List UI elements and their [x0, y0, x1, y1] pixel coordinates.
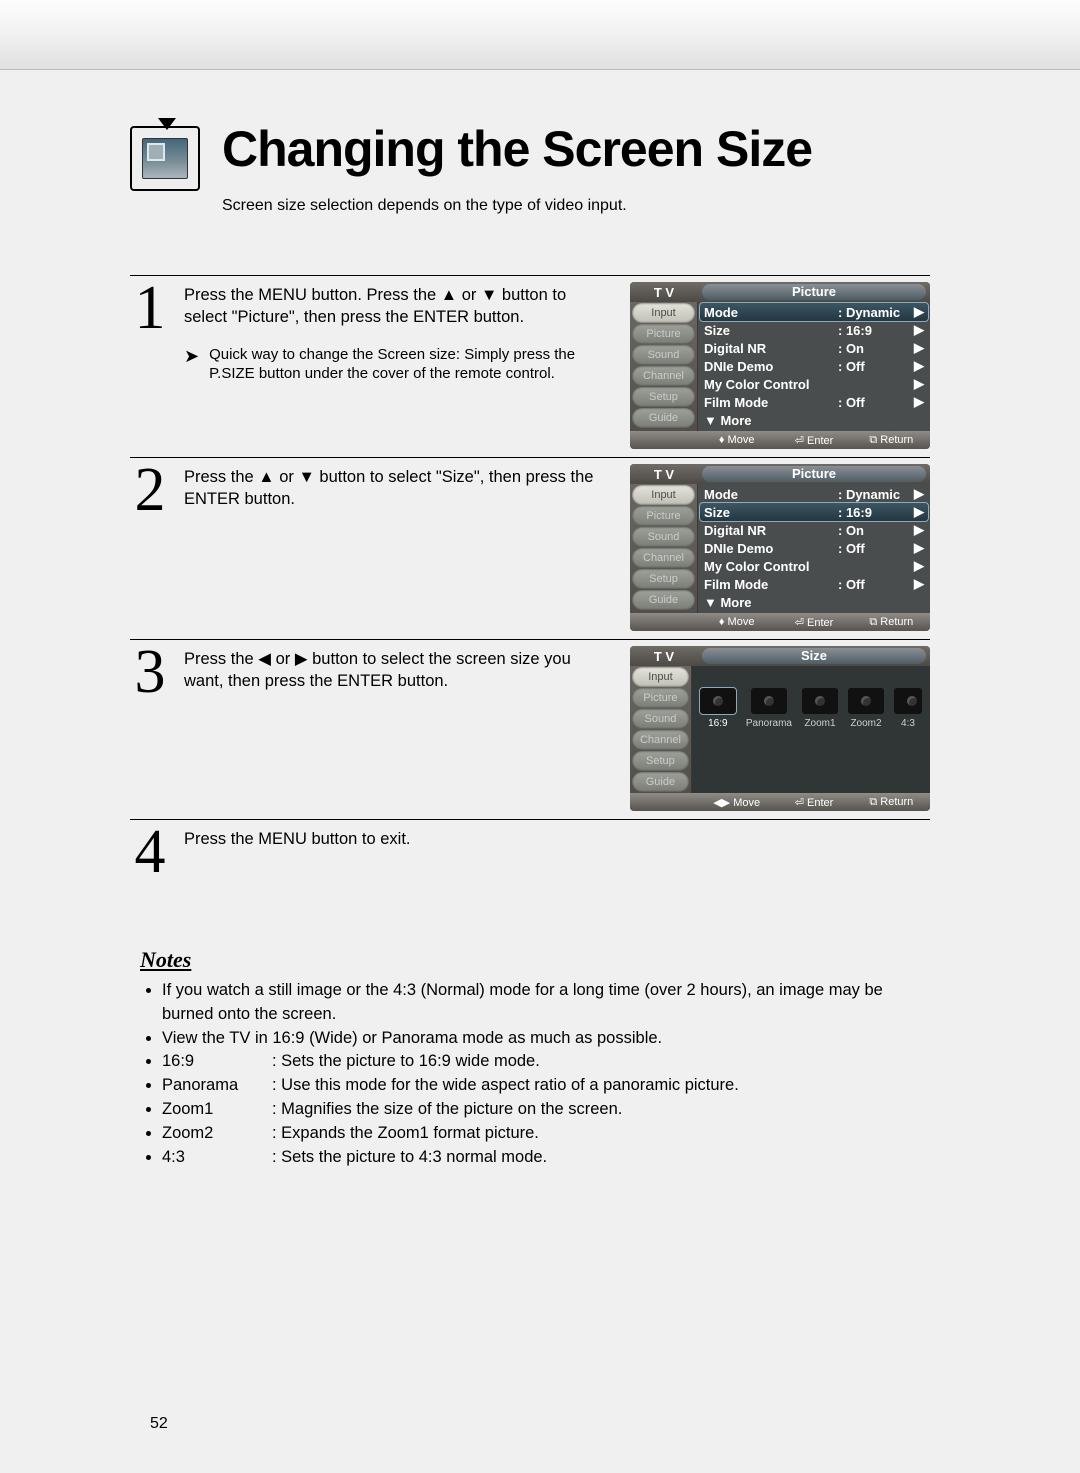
tab-input: Input — [632, 303, 695, 323]
osd-item-mcc: My Color Control▶ — [700, 375, 928, 393]
up-arrow-icon: ▲ — [258, 468, 274, 486]
step-number-2: 2 — [130, 464, 170, 631]
tab-setup: Setup — [632, 387, 695, 407]
osd-item-mode: Mode: Dynamic▶ — [700, 303, 928, 321]
step-1: 1 Press the MENU button. Press the ▲ or … — [130, 276, 930, 458]
osd-item-more: ▼ More — [700, 411, 928, 429]
step-2: 2 Press the ▲ or ▼ button to select "Siz… — [130, 458, 930, 640]
notes-section: Notes If you watch a still image or the … — [130, 947, 930, 1170]
osd-item-dnr: Digital NR: On▶ — [700, 339, 928, 357]
page-subtitle: Screen size selection depends on the typ… — [222, 197, 930, 215]
step-1-quicktip: Quick way to change the Screen size: Sim… — [209, 345, 612, 384]
osd-sidebar: Input Picture Sound Channel Setup Guide — [630, 302, 698, 431]
pointer-icon: ➤ — [184, 345, 199, 365]
note-item: View the TV in 16:9 (Wide) or Panorama m… — [162, 1027, 930, 1051]
step-3: 3 Press the ◀ or ▶ button to select the … — [130, 640, 930, 820]
osd-picture-1: T VPicture Input Picture Sound Channel S… — [630, 282, 930, 449]
up-arrow-icon: ▲ — [441, 286, 457, 304]
size-opt-43: 4:3 — [894, 688, 922, 729]
note-item: If you watch a still image or the 4:3 (N… — [162, 979, 930, 1027]
tab-channel: Channel — [632, 366, 695, 386]
note-item: 16:9: Sets the picture to 16:9 wide mode… — [162, 1050, 930, 1074]
right-arrow-icon: ▶ — [295, 650, 308, 668]
note-item: 4:3: Sets the picture to 4:3 normal mode… — [162, 1146, 930, 1170]
osd-item-dnie: DNIe Demo: Off▶ — [700, 357, 928, 375]
page-title: Changing the Screen Size — [222, 120, 812, 178]
notes-heading: Notes — [140, 947, 930, 973]
left-arrow-icon: ◀ — [258, 650, 271, 668]
steps-list: 1 Press the MENU button. Press the ▲ or … — [130, 275, 930, 820]
tab-picture: Picture — [632, 324, 695, 344]
osd-item-film: Film Mode: Off▶ — [700, 393, 928, 411]
step-number-4: 4 — [130, 826, 170, 879]
size-opt-panorama: Panorama — [746, 688, 792, 729]
osd-size: T VSize Input Picture Sound Channel Setu… — [630, 646, 930, 811]
osd-item-size: Size: 16:9▶ — [700, 321, 928, 339]
down-arrow-icon: ▼ — [298, 468, 314, 486]
osd-item-size-hl: Size: 16:9▶ — [700, 503, 928, 521]
step-2-text: Press the ▲ or ▼ button to select "Size"… — [184, 464, 612, 631]
header-bar — [0, 0, 1080, 70]
step-number-1: 1 — [130, 282, 170, 449]
step-number-3: 3 — [130, 646, 170, 811]
note-item: Zoom1: Magnifies the size of the picture… — [162, 1098, 930, 1122]
tab-sound: Sound — [632, 345, 695, 365]
step-1-text: Press the MENU button. Press the ▲ or ▼ … — [184, 282, 612, 449]
step-4-text: Press the MENU button to exit. — [184, 826, 930, 879]
tab-guide: Guide — [632, 408, 695, 428]
page-number: 52 — [150, 1415, 168, 1433]
size-opt-zoom2: Zoom2 — [848, 688, 884, 729]
note-item: Panorama: Use this mode for the wide asp… — [162, 1074, 930, 1098]
size-opt-169: 16:9 — [700, 688, 736, 729]
step-4: 4 Press the MENU button to exit. — [130, 820, 930, 887]
step-3-text: Press the ◀ or ▶ button to select the sc… — [184, 646, 612, 811]
size-opt-zoom1: Zoom1 — [802, 688, 838, 729]
page-content: Changing the Screen Size Screen size sel… — [0, 70, 1080, 1170]
down-arrow-icon: ▼ — [481, 286, 497, 304]
osd-picture-2: T VPicture Input Picture Sound Channel S… — [630, 464, 930, 631]
section-icon — [130, 126, 200, 191]
note-item: Zoom2: Expands the Zoom1 format picture. — [162, 1122, 930, 1146]
